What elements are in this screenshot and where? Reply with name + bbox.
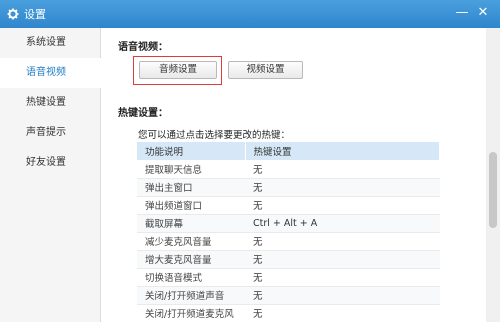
minimize-button[interactable]: — <box>455 6 469 20</box>
table-row[interactable]: 切换语音模式 无 <box>137 268 440 287</box>
table-row[interactable]: 减少麦克风音量 无 <box>137 232 440 251</box>
hotkey-cell[interactable]: 无 <box>245 286 440 305</box>
sidebar-item-voice-video[interactable]: 语音视频 <box>0 58 101 88</box>
sidebar-item-sound-prompt[interactable]: 声音提示 <box>0 118 100 148</box>
title-bar: 设置 — ✕ <box>0 0 500 28</box>
hotkey-heading: 热键设置： <box>118 108 168 119</box>
hotkey-hint: 您可以通过点击选择要更改的热键： <box>138 130 291 141</box>
function-cell: 减少麦克风音量 <box>137 232 245 251</box>
function-cell: 关闭/打开频道声音 <box>137 286 245 305</box>
hotkey-cell[interactable]: 无 <box>245 232 440 251</box>
hotkey-table: 功能说明 热键设置 提取聊天信息 无 弹出主窗口 无 弹出频道窗口 无 截取屏幕… <box>137 142 440 322</box>
video-settings-button[interactable]: 视频设置 <box>228 61 303 79</box>
table-row[interactable]: 增大麦克风音量 无 <box>137 250 440 269</box>
function-cell: 提取聊天信息 <box>137 160 245 179</box>
sidebar-item-friends[interactable]: 好友设置 <box>0 148 100 178</box>
vertical-scrollbar[interactable] <box>486 28 500 322</box>
function-cell: 增大麦克风音量 <box>137 250 245 269</box>
table-row[interactable]: 弹出频道窗口 无 <box>137 196 440 215</box>
window-title: 设置 <box>24 8 46 21</box>
function-cell: 切换语音模式 <box>137 268 245 287</box>
sidebar-item-hotkeys[interactable]: 热键设置 <box>0 88 100 118</box>
scrollbar-thumb[interactable] <box>489 152 497 228</box>
hotkey-cell[interactable]: 无 <box>245 304 440 322</box>
gear-icon <box>6 7 20 21</box>
hotkey-cell[interactable]: Ctrl + Alt + A <box>245 214 440 233</box>
function-cell: 截取屏幕 <box>137 214 245 233</box>
function-cell: 弹出频道窗口 <box>137 196 245 215</box>
column-header-hotkey: 热键设置 <box>245 142 440 160</box>
hotkey-cell[interactable]: 无 <box>245 160 440 179</box>
settings-content: 语音视频： 音频设置 视频设置 热键设置： 您可以通过点击选择要更改的热键： 功… <box>101 28 486 322</box>
hotkey-cell[interactable]: 无 <box>245 250 440 269</box>
table-row[interactable]: 关闭/打开频道声音 无 <box>137 286 440 305</box>
hotkey-cell[interactable]: 无 <box>245 268 440 287</box>
function-cell: 弹出主窗口 <box>137 178 245 197</box>
table-row[interactable]: 关闭/打开频道麦克风 无 <box>137 304 440 322</box>
table-row[interactable]: 弹出主窗口 无 <box>137 178 440 197</box>
column-header-function: 功能说明 <box>137 142 246 160</box>
table-header-row: 功能说明 热键设置 <box>137 142 440 160</box>
function-cell: 关闭/打开频道麦克风 <box>137 304 245 322</box>
settings-sidebar: 系统设置 语音视频 热键设置 声音提示 好友设置 <box>0 28 101 322</box>
voice-video-heading: 语音视频： <box>118 42 168 53</box>
close-button[interactable]: ✕ <box>476 6 490 20</box>
hotkey-cell[interactable]: 无 <box>245 178 440 197</box>
sidebar-item-system[interactable]: 系统设置 <box>0 28 100 58</box>
table-row[interactable]: 截取屏幕 Ctrl + Alt + A <box>137 214 440 233</box>
hotkey-cell[interactable]: 无 <box>245 196 440 215</box>
audio-settings-button[interactable]: 音频设置 <box>139 61 217 79</box>
table-row[interactable]: 提取聊天信息 无 <box>137 160 440 179</box>
